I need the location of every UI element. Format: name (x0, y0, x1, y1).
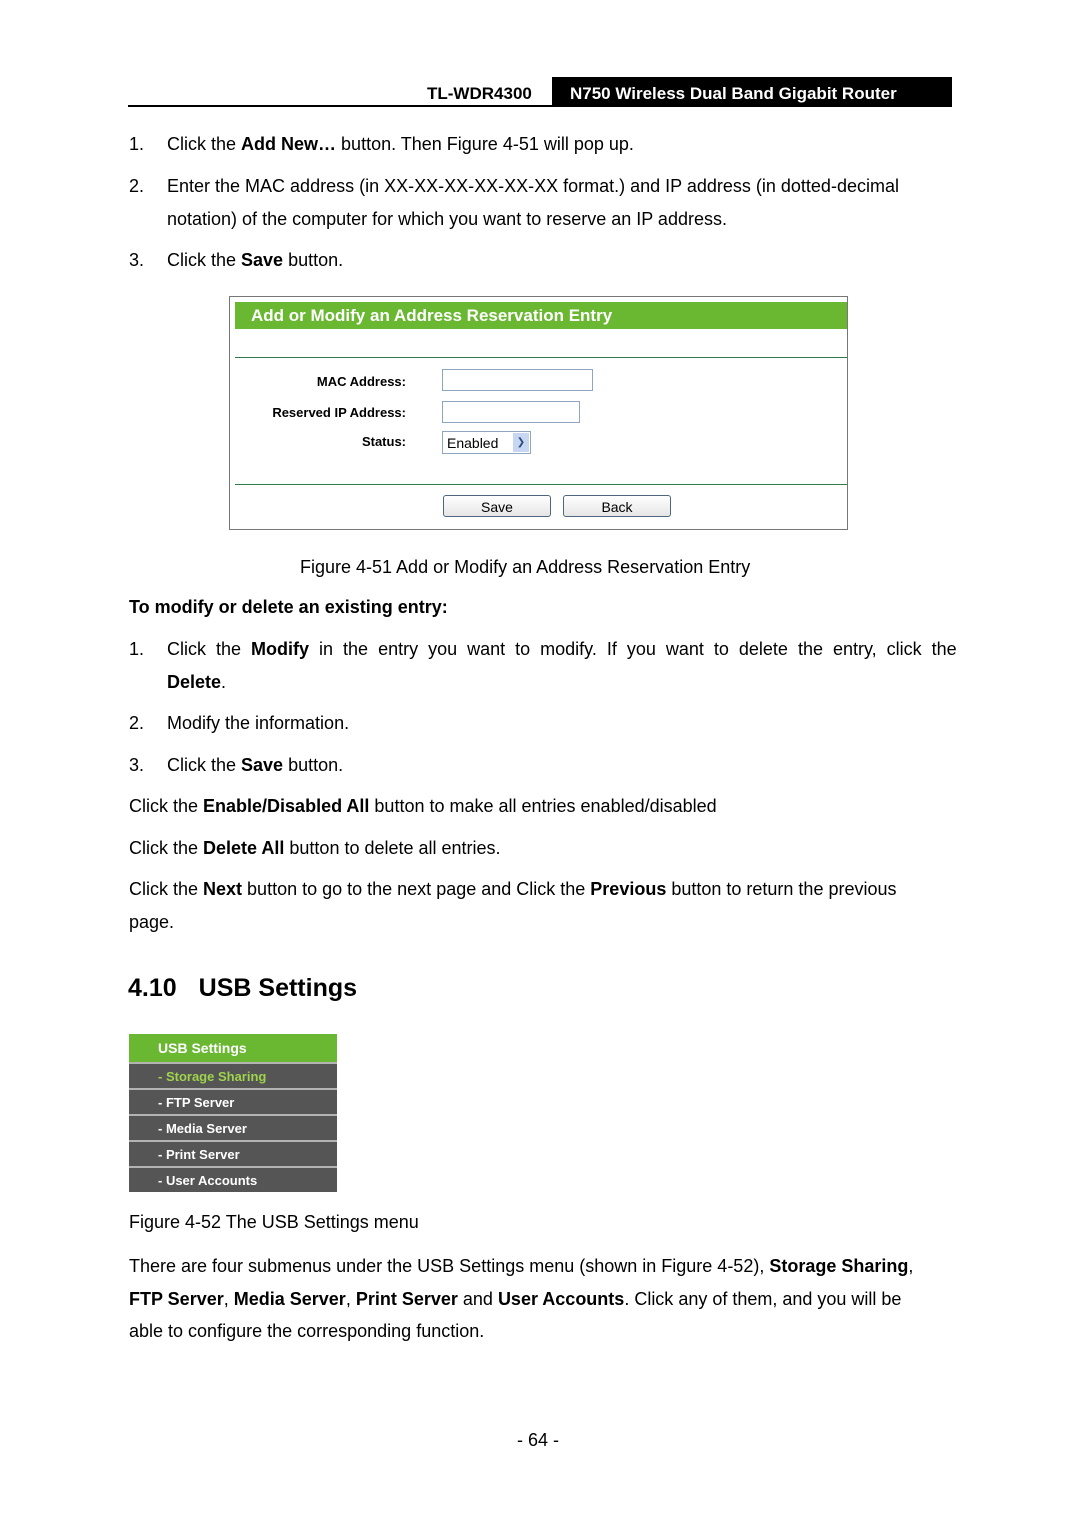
menu-item-storage-sharing[interactable]: - Storage Sharing (129, 1062, 337, 1088)
header-product-box: N750 Wireless Dual Band Gigabit Router (552, 77, 952, 107)
subheading: To modify or delete an existing entry: (129, 597, 448, 617)
form-title: Add or Modify an Address Reservation Ent… (251, 306, 613, 325)
save-button[interactable]: Save (443, 495, 551, 517)
status-label: Status: (361, 434, 406, 449)
step-number: 1. (129, 134, 145, 154)
form-title-bar: Add or Modify an Address Reservation Ent… (235, 302, 847, 329)
paragraph: Click the Delete All button to delete al… (129, 838, 501, 858)
address-reservation-form: Add or Modify an Address Reservation Ent… (229, 296, 848, 530)
step-number: 3. (129, 250, 145, 270)
back-button[interactable]: Back (563, 495, 671, 517)
status-select[interactable]: Enabled ❯ (442, 431, 531, 454)
header-model: TL-WDR4300 (427, 84, 532, 103)
figure-caption: Figure 4-52 The USB Settings menu (129, 1212, 419, 1232)
step-number: 2. (129, 713, 145, 733)
divider (235, 484, 847, 485)
menu-item-print-server[interactable]: - Print Server (129, 1140, 337, 1166)
paragraph-cont: able to configure the corresponding func… (129, 1321, 485, 1341)
step-text: Enter the MAC address (in XX-XX-XX-XX-XX… (167, 176, 899, 196)
menu-item-ftp-server[interactable]: - FTP Server (129, 1088, 337, 1114)
menu-item-user-accounts[interactable]: - User Accounts (129, 1166, 337, 1192)
step-text: Click the Modify in the entry you want t… (167, 639, 957, 659)
step-text-cont: Delete. (167, 672, 227, 692)
step-number: 1. (129, 639, 145, 659)
reserved-ip-input[interactable] (442, 401, 580, 423)
paragraph-cont: FTP Server, Media Server, Print Server a… (129, 1289, 902, 1309)
header-rule (128, 105, 952, 107)
step-number: 3. (129, 755, 145, 775)
paragraph-cont: page. (129, 912, 175, 932)
paragraph: There are four submenus under the USB Se… (129, 1256, 914, 1276)
step-number: 2. (129, 176, 145, 196)
figure-caption: Figure 4-51 Add or Modify an Address Res… (300, 557, 751, 577)
step-text-cont: notation) of the computer for which you … (167, 209, 727, 229)
section-heading: 4.10 USB Settings (128, 974, 358, 1002)
usb-settings-menu: USB Settings - Storage Sharing - FTP Ser… (129, 1034, 337, 1192)
mac-address-label: MAC Address: (316, 374, 406, 389)
paragraph: Click the Enable/Disabled All button to … (129, 796, 717, 816)
step-text: Click the Save button. (167, 250, 344, 270)
divider (235, 357, 847, 358)
reserved-ip-label: Reserved IP Address: (272, 405, 406, 420)
page-number: - 64 - (517, 1430, 560, 1450)
status-value: Enabled (447, 435, 499, 451)
header-product: N750 Wireless Dual Band Gigabit Router (570, 84, 897, 103)
step-text: Click the Save button. (167, 755, 344, 775)
paragraph: Click the Next button to go to the next … (129, 879, 897, 899)
step-text: Modify the information. (167, 713, 350, 733)
step-text: Click the Add New… button. Then Figure 4… (167, 134, 634, 154)
menu-header-usb-settings[interactable]: USB Settings (129, 1034, 337, 1062)
chevron-down-icon[interactable]: ❯ (513, 433, 529, 452)
menu-item-media-server[interactable]: - Media Server (129, 1114, 337, 1140)
mac-address-input[interactable] (442, 369, 593, 391)
